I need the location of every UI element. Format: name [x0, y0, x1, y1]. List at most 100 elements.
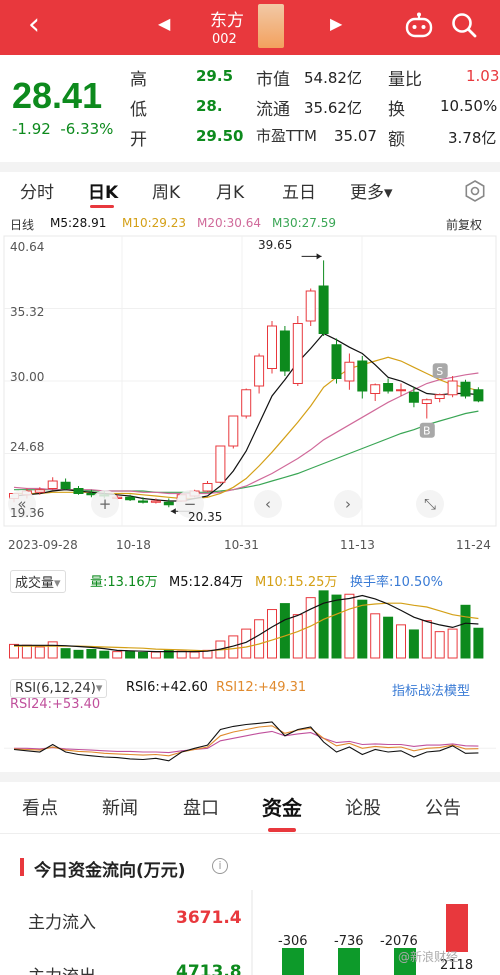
flow-bar-label-1: -306 [278, 934, 308, 949]
volume-bar-14 [176, 650, 187, 659]
title-accent-bar [20, 858, 24, 876]
rsi12-value: RSI12:+49.31 [216, 680, 307, 695]
tab-discussion[interactable]: 论股 [345, 794, 381, 820]
candle-body-35 [447, 380, 458, 396]
volume-bar-4 [47, 641, 58, 659]
rsi-chart[interactable] [0, 715, 500, 770]
volume-bar-32 [408, 629, 419, 659]
candle-body-7 [86, 493, 97, 496]
flow-bar-2 [338, 948, 360, 975]
info-icon[interactable]: i [212, 858, 228, 874]
tab-weekly-k[interactable]: 周K [152, 178, 180, 203]
next-stock-icon[interactable]: ▶ [330, 14, 342, 33]
date-tick-2: 10-18 [116, 538, 151, 552]
volume-bar-5 [60, 648, 71, 659]
prev-stock-icon[interactable]: ◀ [158, 14, 170, 33]
tab-capital[interactable]: 资金 [262, 792, 302, 821]
adjust-mode[interactable]: 前复权 [446, 216, 482, 233]
assistant-robot-icon[interactable] [404, 12, 434, 44]
kline-svg: SB« + − ‹ › ⤡ [3, 235, 497, 527]
candle-body-24 [305, 290, 316, 322]
tab-monthly-k[interactable]: 月K [216, 178, 244, 203]
volume-bar-12 [150, 651, 161, 659]
volume-bar-29 [370, 613, 381, 659]
rsi-indicator-select[interactable]: RSI(6,12,24)▾ [10, 679, 108, 698]
volume-ratio-value: 1.03 [466, 67, 500, 85]
volume-bar-23 [292, 614, 303, 659]
volume-ratio-label: 量比 [388, 70, 422, 90]
rsi12-line [13, 725, 479, 757]
candle-body-13 [163, 501, 174, 506]
search-icon[interactable] [450, 11, 478, 43]
volume-bar-30 [383, 616, 394, 659]
low-marker-label: 20.35 [188, 510, 223, 524]
back-chevron-icon[interactable]: ‹ [28, 10, 40, 40]
volume-bar-3 [34, 646, 45, 659]
tab-orderbook[interactable]: 盘口 [183, 794, 219, 820]
tab-news[interactable]: 新闻 [102, 794, 138, 820]
candle-body-18 [228, 415, 239, 447]
fullscreen-icon[interactable]: ⤡ [416, 490, 444, 518]
svg-text:›: › [345, 495, 351, 513]
sell-signal-text: S [436, 365, 443, 378]
tab-intraday[interactable]: 分时 [20, 178, 54, 203]
mktcap-value: 54.82亿 [304, 69, 362, 87]
period-tabs: 分时 日K 周K 月K 五日 更多▾ [0, 172, 500, 210]
indicator-model-link[interactable]: 指标战法模型 [392, 680, 470, 699]
section-divider [0, 162, 500, 172]
date-tick-1: 2023-09-28 [8, 538, 78, 552]
high-label: 高 [130, 70, 147, 90]
y-tick-2: 35.32 [10, 305, 45, 319]
volume-bar-25 [318, 590, 329, 659]
candle-body-6 [73, 488, 84, 494]
candle-body-31 [396, 389, 406, 392]
flow-bar-1 [282, 948, 304, 975]
date-axis: 2023-09-28 10-18 10-31 11-13 11-24 [0, 534, 500, 556]
zoom-in-icon[interactable]: + [91, 490, 119, 518]
volume-bar-8 [99, 650, 110, 659]
ma10-value: M10:29.23 [122, 216, 187, 230]
rsi6-line [13, 721, 479, 762]
y-tick-4: 24.68 [10, 440, 45, 454]
tab-more[interactable]: 更多▾ [350, 178, 393, 203]
float-label: 流通 [256, 100, 290, 120]
tab-five-day[interactable]: 五日 [282, 178, 316, 203]
low-label: 低 [130, 100, 147, 120]
volume-svg [9, 590, 484, 659]
ma20-value: M20:30.64 [197, 216, 262, 230]
main-outflow-label: 主力流出 [28, 962, 96, 975]
ma10-line [14, 356, 479, 500]
volume-bar-22 [279, 603, 290, 659]
top-header-bar: ‹ ◀ 东方 002 ▶ [0, 0, 500, 55]
tab-daily-k[interactable]: 日K [88, 178, 118, 203]
scroll-left-icon[interactable]: ‹ [254, 490, 282, 518]
open-label: 开 [130, 130, 147, 150]
volume-bar-28 [357, 599, 368, 659]
candle-body-10 [125, 496, 136, 501]
svg-text:⤡: ⤡ [424, 495, 436, 513]
volume-bar-6 [73, 649, 84, 659]
turnover-label: 换 [388, 100, 405, 120]
candle-body-17 [215, 445, 226, 483]
volume-bar-11 [138, 651, 148, 659]
price-change: -1.92 -6.33% [12, 120, 113, 138]
tab-announcements[interactable]: 公告 [425, 794, 461, 820]
candle-body-16 [202, 483, 213, 492]
volume-bar-9 [112, 651, 123, 659]
high-marker-arrowhead [316, 253, 322, 260]
section-divider [0, 772, 500, 782]
fund-flow-bars: -306 -736 -2076 2118 [250, 890, 500, 975]
kline-chart[interactable]: S B «+ − ‹ › ⤡ 40.64 35.32 30.00 24.68 19.36 3… [0, 234, 500, 534]
mktcap-label: 市值 [256, 70, 290, 90]
volume-chart[interactable] [0, 588, 500, 660]
active-tab-indicator [268, 828, 296, 832]
chart-settings-icon[interactable] [464, 180, 486, 206]
candle-body-20 [254, 355, 265, 387]
scroll-right-icon[interactable]: › [334, 490, 362, 518]
candle-body-5 [60, 481, 71, 489]
watermark: @新浪财经 [398, 950, 459, 964]
main-outflow-row: 主力流出 4713.8 [0, 960, 250, 975]
tab-highlights[interactable]: 看点 [22, 794, 58, 820]
candle-body-37 [473, 389, 484, 402]
candle-body-23 [292, 323, 303, 384]
